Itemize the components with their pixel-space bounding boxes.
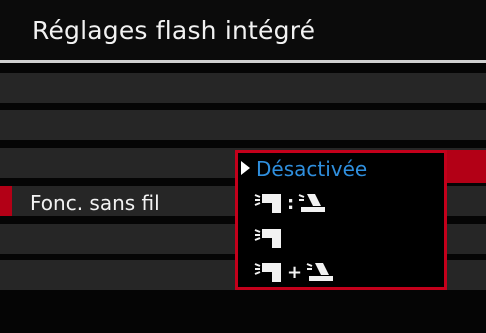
camera-menu-screen: Réglages flash intégré Fonc. sans fil Dé… [0,0,486,333]
option-disabled-label: Désactivée [256,157,368,181]
menu-row-2[interactable] [0,110,486,140]
option-builtin-plus-external[interactable]: + [238,255,444,288]
selection-edge-indicator [0,186,12,216]
page-title: Réglages flash intégré [32,16,316,45]
builtin-flash-icon [254,192,284,214]
builtin-flash-icon [254,261,284,283]
selected-option-edge [447,150,486,183]
plus-separator: + [287,261,303,283]
wireless-options-dropdown[interactable]: Désactivée : + [235,150,447,290]
selection-marker-icon [241,161,250,175]
option-builtin-only[interactable] [238,221,444,254]
title-bar: Réglages flash intégré [0,0,486,60]
colon-separator: : [287,192,295,214]
wireless-function-label: Fonc. sans fil [30,191,160,215]
external-flash-icon [297,192,327,214]
builtin-flash-icon [254,227,284,249]
title-divider [0,60,486,63]
menu-row-1[interactable] [0,73,486,103]
external-flash-icon [305,261,335,283]
option-disabled[interactable]: Désactivée [238,153,444,186]
option-builtin-and-external[interactable]: : [238,186,444,219]
